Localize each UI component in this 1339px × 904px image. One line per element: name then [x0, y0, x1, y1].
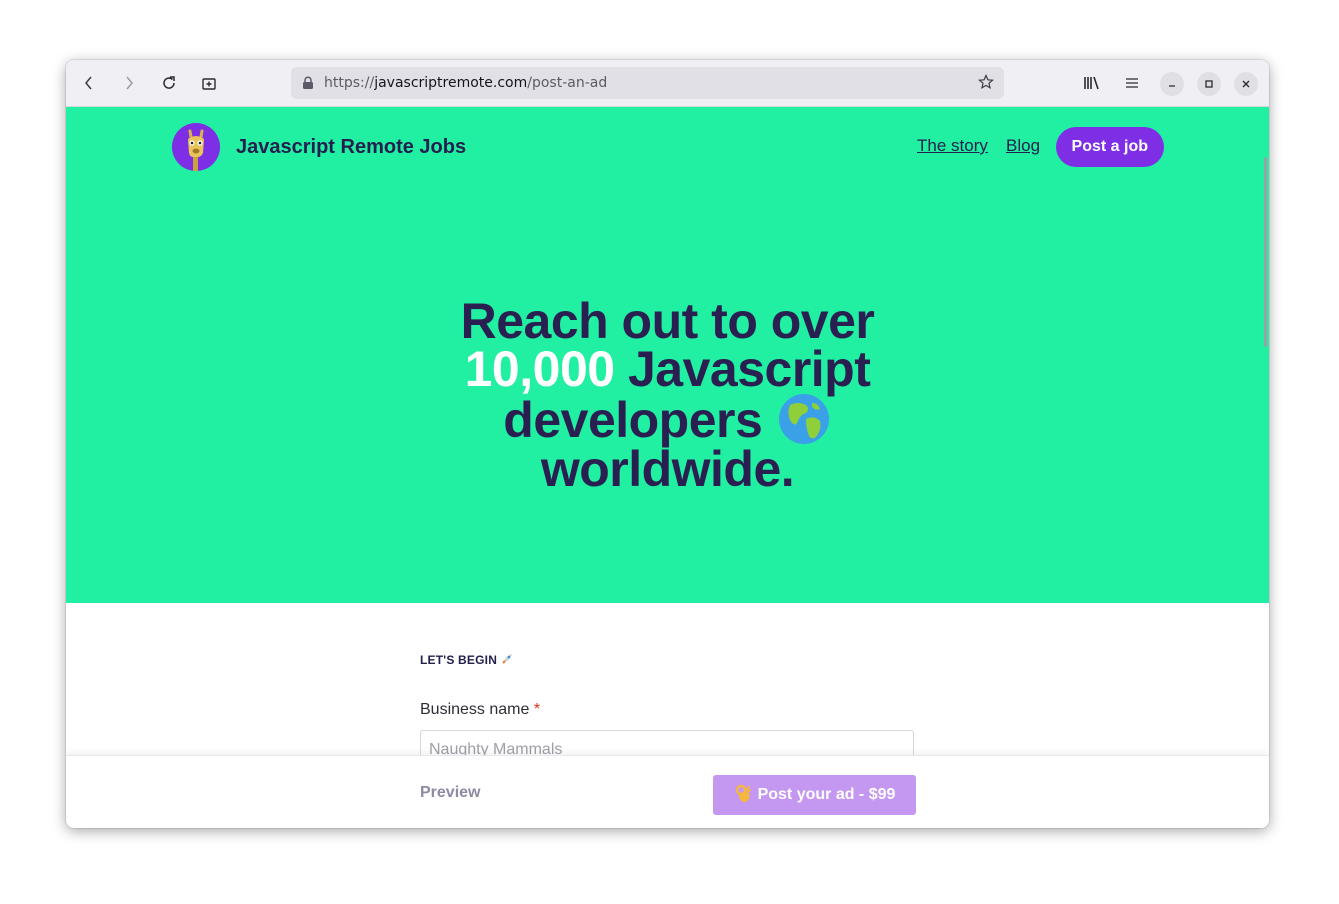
post-ad-form: LET'S BEGIN Business name * — [420, 652, 916, 770]
business-name-label: Business name * — [420, 701, 540, 719]
browser-window: https://javascriptremote.com/post-an-ad — [66, 60, 1269, 828]
sticky-footer-bar: Preview Post your ad - $99 — [66, 755, 1269, 828]
library-icon[interactable] — [1080, 71, 1104, 95]
business-name-label-text: Business name — [420, 701, 530, 718]
nav-link-blog[interactable]: Blog — [1006, 136, 1040, 156]
llama-logo-icon[interactable] — [172, 123, 220, 171]
hero-headline: Reach out to over 10,000 Javascript deve… — [386, 296, 949, 494]
preview-button[interactable]: Preview — [420, 784, 480, 802]
reload-icon[interactable] — [157, 71, 181, 95]
globe-icon — [776, 393, 832, 445]
nav-link-the-story[interactable]: The story — [917, 136, 988, 156]
section-heading: LET'S BEGIN — [420, 652, 916, 668]
rocket-icon — [501, 652, 514, 668]
url-scheme: https:// — [324, 75, 375, 91]
brand-name[interactable]: Javascript Remote Jobs — [236, 136, 466, 159]
new-tab-icon[interactable] — [197, 71, 221, 95]
url-text: https://javascriptremote.com/post-an-ad — [324, 75, 607, 91]
back-icon[interactable] — [77, 71, 101, 95]
lock-icon — [302, 76, 316, 90]
maximize-icon[interactable] — [1197, 72, 1221, 96]
page-scrollbar[interactable] — [1264, 157, 1267, 347]
browser-toolbar: https://javascriptremote.com/post-an-ad — [66, 60, 1269, 107]
url-path: /post-an-ad — [527, 75, 608, 91]
post-a-job-button[interactable]: Post a job — [1055, 127, 1164, 167]
hero-line-2: Javascript — [627, 341, 871, 397]
page-viewport: Javascript Remote Jobs The story Blog Po… — [66, 107, 1269, 828]
hero-line-4: worldwide. — [540, 441, 795, 497]
minimize-icon[interactable] — [1160, 72, 1184, 96]
section-heading-text: LET'S BEGIN — [420, 653, 498, 667]
menu-icon[interactable] — [1120, 71, 1144, 95]
site-header: Javascript Remote Jobs The story Blog Po… — [172, 123, 1164, 171]
ok-hand-icon — [734, 783, 752, 808]
close-icon[interactable] — [1234, 72, 1258, 96]
hero-line-3: developers — [503, 392, 763, 448]
address-bar[interactable]: https://javascriptremote.com/post-an-ad — [291, 67, 1004, 99]
hero-section: Javascript Remote Jobs The story Blog Po… — [66, 107, 1269, 603]
bookmark-star-icon[interactable] — [978, 74, 994, 94]
forward-icon[interactable] — [117, 71, 141, 95]
post-your-ad-button[interactable]: Post your ad - $99 — [713, 775, 916, 815]
url-host: javascriptremote.com — [374, 75, 528, 91]
post-your-ad-label: Post your ad - $99 — [757, 786, 896, 803]
required-asterisk: * — [533, 701, 541, 718]
hero-highlight-number: 10,000 — [464, 341, 615, 397]
